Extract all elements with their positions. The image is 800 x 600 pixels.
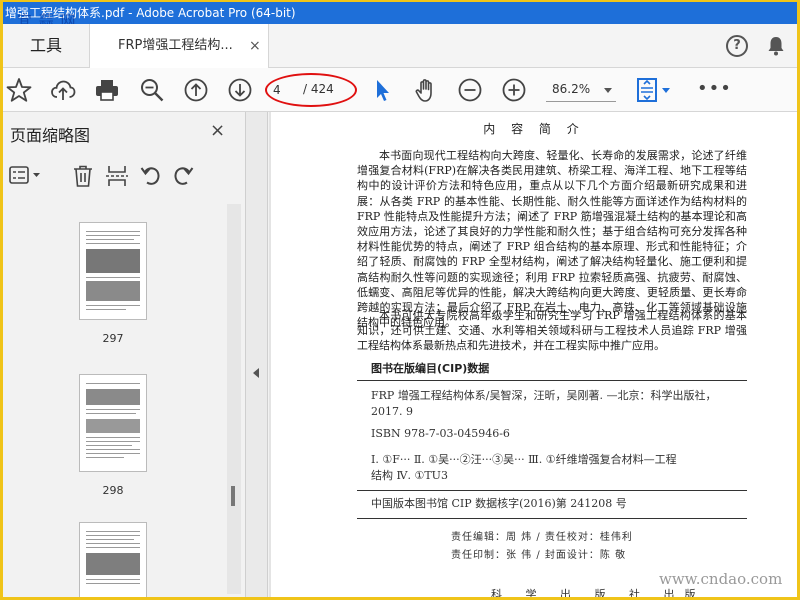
select-cursor-icon[interactable] (369, 77, 395, 103)
close-tab-icon[interactable]: × (249, 24, 261, 68)
app-window: 增强工程结构体系.pdf - Adobe Acrobat Pro (64-bit… (3, 2, 797, 597)
page-fit-icon[interactable] (635, 77, 675, 103)
zoom-select[interactable]: 86.2% (546, 80, 616, 102)
hand-icon[interactable] (413, 77, 439, 103)
chevron-down-icon (604, 88, 612, 93)
audience-paragraph: 本书可供大专院校高年级学生和研究生学习 FRP 增强工程结构体系的基本知识，还可… (357, 309, 747, 353)
cloud-upload-icon[interactable] (50, 77, 76, 103)
divider (357, 518, 747, 519)
tab-document[interactable]: FRP增强工程结构... (89, 24, 269, 69)
zoom-search-icon[interactable] (139, 77, 165, 103)
thumbnail-label: 297 (102, 332, 124, 345)
cip-line: ISBN 978-7-03-045946-6 (371, 427, 510, 440)
credit-line: 责任编辑：周 炜 / 责任校对：桂伟利 (451, 532, 633, 543)
tab-tools[interactable]: 工具 (3, 24, 89, 68)
thumbnail-page[interactable] (79, 522, 147, 597)
highlight-annotation (265, 73, 357, 107)
thumbnail-label: 298 (102, 484, 124, 497)
help-icon[interactable]: ? (726, 35, 748, 57)
extract-pages-icon[interactable] (105, 164, 129, 188)
panel-scrollbar-thumb[interactable] (231, 486, 235, 506)
panel-scrollbar[interactable] (227, 204, 241, 594)
chevron-left-icon[interactable] (253, 368, 259, 378)
page-up-icon[interactable] (183, 77, 209, 103)
divider (357, 380, 747, 381)
tab-document-label: FRP增强工程结构... (118, 38, 233, 53)
zoom-value: 86.2% (552, 82, 591, 96)
bell-icon[interactable] (767, 36, 785, 56)
cip-line: Ⅰ. ①F··· Ⅱ. ①吴···②汪···③吴··· Ⅲ. ①纤维增强复合材料… (371, 453, 677, 466)
page-heading: 内 容 简 介 (483, 122, 585, 136)
rotate-right-icon[interactable] (171, 164, 195, 188)
zoom-in-icon[interactable] (501, 77, 527, 103)
thumbnails-panel: 页面缩略图 × 297 298 (3, 112, 246, 597)
cip-number: 中国版本图书馆 CIP 数据核字(2016)第 241208 号 (371, 497, 627, 510)
trash-icon[interactable] (71, 164, 95, 188)
thumbnail-page[interactable] (79, 222, 147, 320)
star-icon[interactable] (6, 77, 32, 103)
divider (357, 490, 747, 491)
cip-line: 结构 Ⅳ. ①TU3 (371, 469, 448, 482)
credit-line: 责任印制：张 伟 / 封面设计：陈 敬 (451, 550, 627, 561)
cip-line: 2017. 9 (371, 405, 413, 418)
rotate-left-icon[interactable] (139, 164, 163, 188)
cip-line: FRP 增强工程结构体系/吴智深，汪昕，吴刚著. —北京：科学出版社， (371, 389, 717, 402)
panel-title: 页面缩略图 (10, 126, 91, 145)
pdf-page: 内 容 简 介 本书面向现代工程结构向大跨度、轻量化、长寿命的发展需求，论述了纤… (271, 112, 797, 597)
close-panel-icon[interactable]: × (210, 120, 225, 141)
tab-bar: 工具 FRP增强工程结构... × ? (3, 24, 797, 69)
more-icon[interactable]: ••• (697, 78, 732, 99)
cip-title: 图书在版编目(CIP)数据 (371, 362, 490, 375)
panel-collapse-strip[interactable] (246, 112, 268, 597)
document-view[interactable]: 内 容 简 介 本书面向现代工程结构向大跨度、轻量化、长寿命的发展需求，论述了纤… (269, 112, 797, 597)
panel-toolbar (3, 156, 246, 196)
watermark-bottom: www.cndao.com (659, 570, 783, 588)
intro-paragraph: 本书面向现代工程结构向大跨度、轻量化、长寿命的发展需求，论述了纤维增强复合材料(… (357, 149, 747, 330)
page-down-icon[interactable] (227, 77, 253, 103)
thumbnail-page[interactable] (79, 374, 147, 472)
main-toolbar: / 424 86.2% ••• (3, 68, 797, 112)
print-icon[interactable] (94, 77, 120, 103)
window-title-bar: 增强工程结构体系.pdf - Adobe Acrobat Pro (64-bit… (3, 2, 797, 24)
thumbnail-options-icon[interactable] (9, 164, 45, 188)
zoom-out-icon[interactable] (457, 77, 483, 103)
